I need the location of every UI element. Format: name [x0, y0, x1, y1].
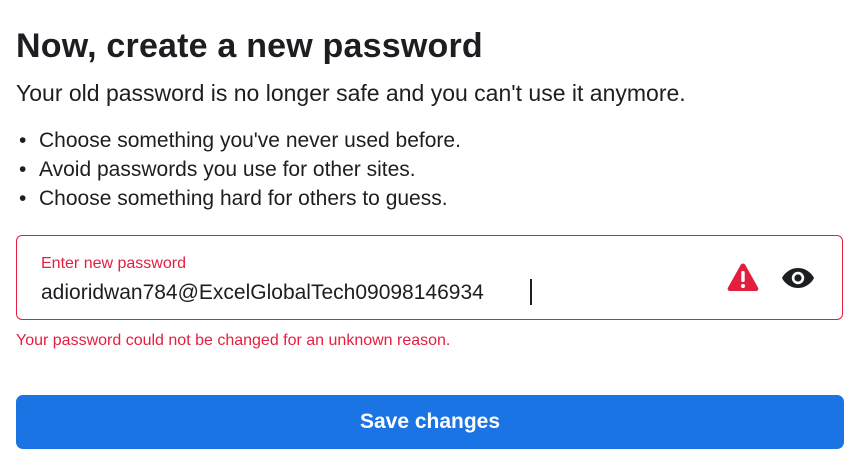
page-subtitle: Your old password is no longer safe and … — [16, 80, 686, 106]
error-message: Your password could not be changed for a… — [16, 332, 451, 349]
warning-triangle-icon — [727, 263, 759, 291]
change-password-page: Now, create a new password Your old pass… — [16, 24, 845, 449]
page-title: Now, create a new password — [16, 27, 483, 65]
new-password-label: Enter new password — [41, 255, 186, 272]
new-password-field[interactable]: Enter new password — [16, 235, 843, 320]
save-changes-button[interactable]: Save changes — [16, 395, 844, 449]
list-item: • Choose something hard for others to gue… — [19, 187, 448, 210]
list-item: • Choose something you've never used befo… — [19, 129, 461, 152]
text-caret — [530, 279, 532, 305]
tip-text: Avoid passwords you use for other sites. — [39, 158, 416, 181]
tip-text: Choose something hard for others to gues… — [39, 187, 448, 210]
tip-text: Choose something you've never used befor… — [39, 129, 461, 152]
password-tips-list: • Choose something you've never used befo… — [16, 126, 845, 213]
eye-icon[interactable] — [781, 266, 815, 290]
list-item: • Avoid passwords you use for other sites… — [19, 158, 416, 181]
new-password-input[interactable] — [41, 278, 691, 308]
